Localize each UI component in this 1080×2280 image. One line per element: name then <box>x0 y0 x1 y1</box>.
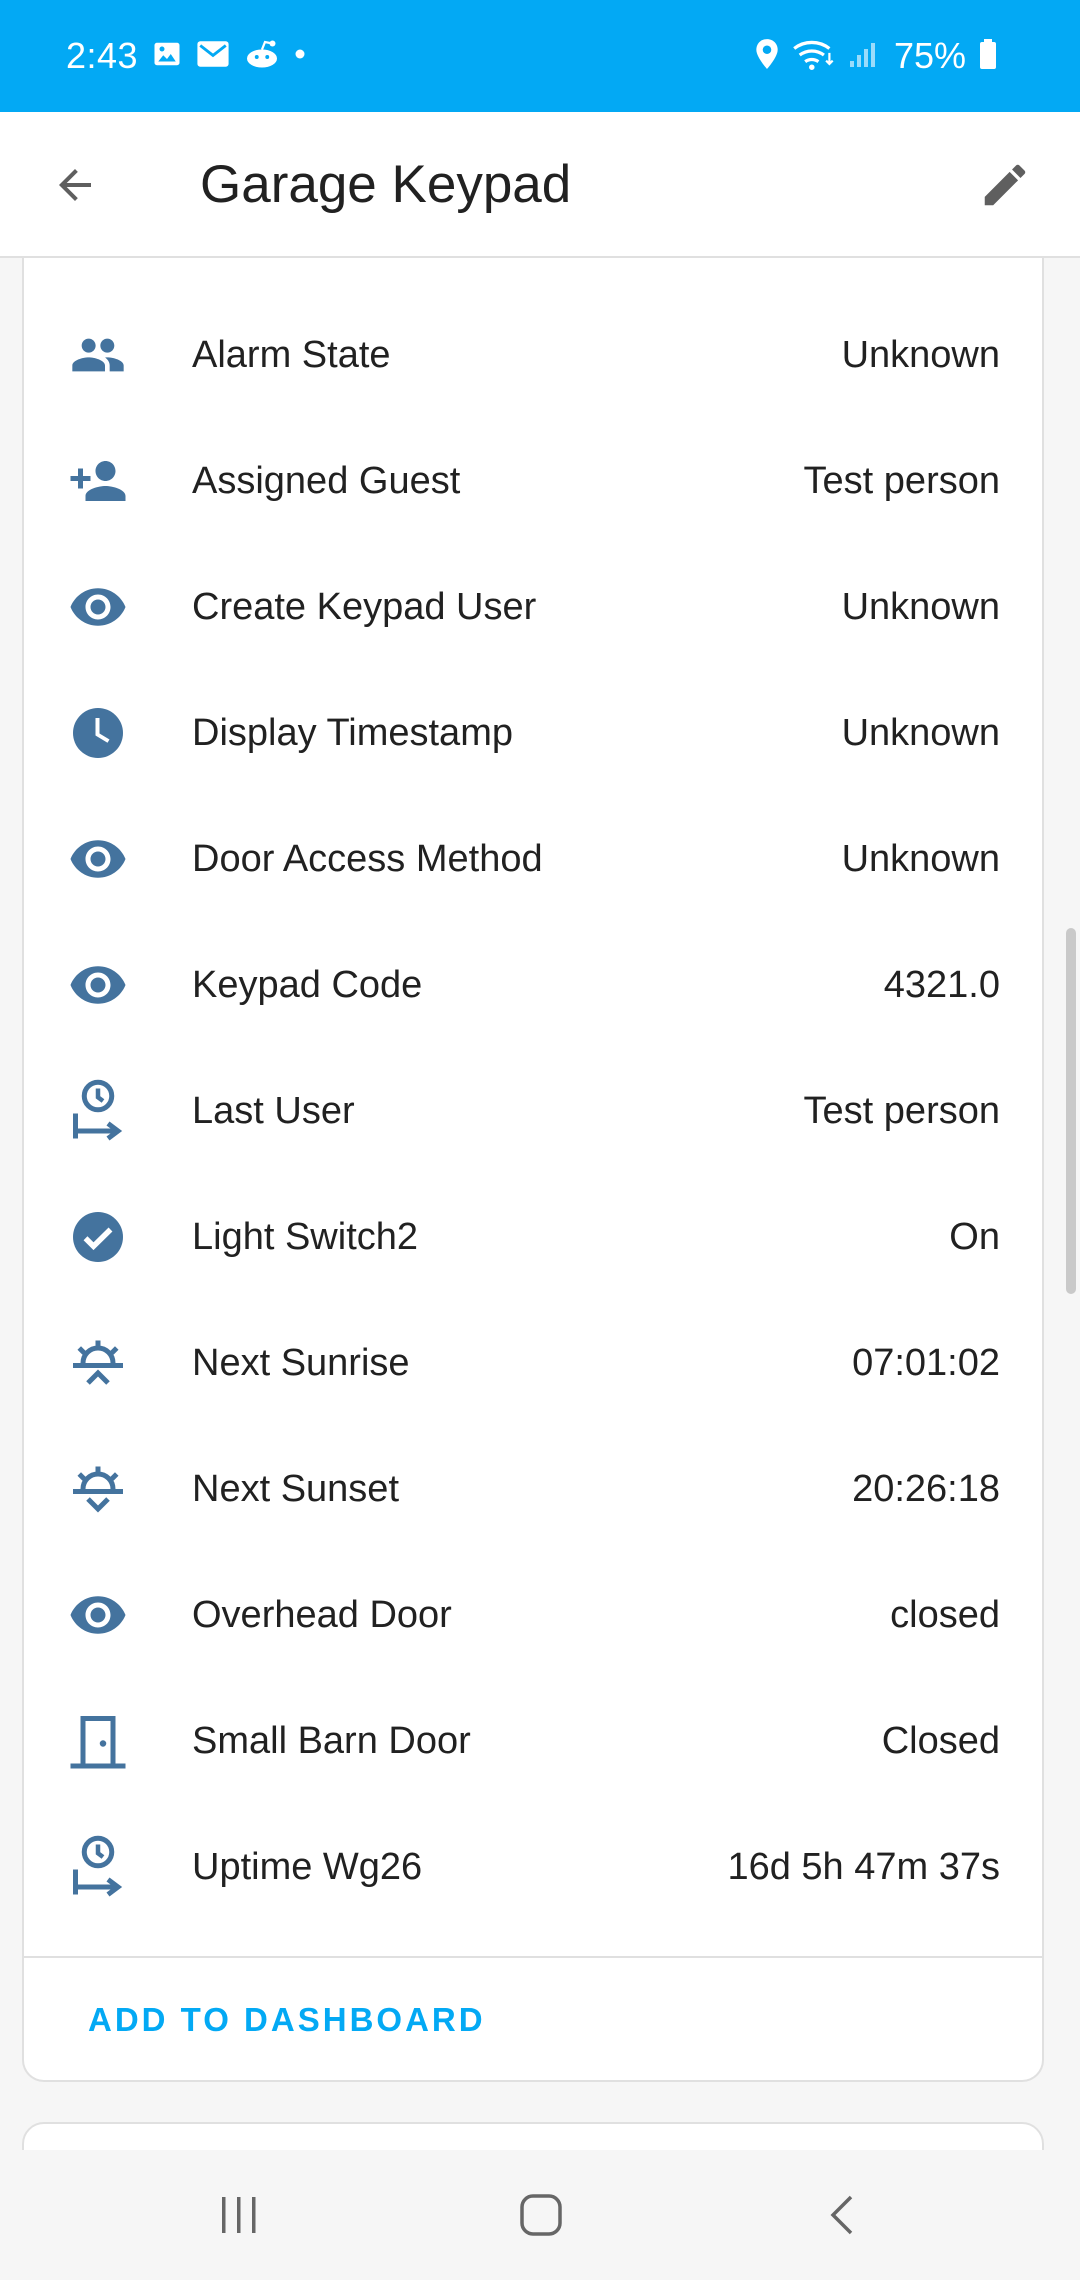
status-bar: 2:43 75% <box>0 0 1080 112</box>
add-to-dashboard-button[interactable]: ADD TO DASHBOARD <box>88 1958 486 2082</box>
app-bar: Garage Keypad <box>0 112 1080 258</box>
page-title: Garage Keypad <box>200 155 572 214</box>
entity-name: Door Access Method <box>192 837 543 880</box>
entity-row-assigned-guest[interactable]: Assigned Guest Test person <box>24 418 1042 544</box>
entity-row-small-barn-door[interactable]: Small Barn Door Closed <box>24 1678 1042 1804</box>
timer-user-icon <box>68 1079 128 1141</box>
sunrise-icon <box>68 1333 128 1393</box>
entity-name: Last User <box>192 1089 355 1132</box>
entity-value: 16d 5h 47m 37s <box>727 1845 1000 1888</box>
chevron-left-icon <box>830 2195 853 2235</box>
entity-value: 4321.0 <box>883 963 1000 1006</box>
home-button[interactable] <box>506 2180 576 2250</box>
entity-name: Display Timestamp <box>192 711 513 754</box>
battery-percent: 75% <box>893 35 966 76</box>
entity-value: On <box>949 1215 1000 1258</box>
arrow-left-icon <box>59 169 91 201</box>
timer-user-icon <box>68 1835 128 1897</box>
entity-name: Alarm State <box>192 333 391 376</box>
scrollbar[interactable] <box>1066 928 1076 1294</box>
status-time: 2:43 <box>66 35 139 76</box>
home-icon <box>520 2194 562 2236</box>
entity-name: Small Barn Door <box>192 1719 471 1762</box>
entity-value: Unknown <box>841 837 1000 880</box>
gallery-notification-icon <box>152 39 182 74</box>
entity-row-uptime-wg26[interactable]: Uptime Wg26 16d 5h 47m 37s <box>24 1804 1042 1930</box>
entity-row-door-access-method[interactable]: Door Access Method Unknown <box>24 796 1042 922</box>
entity-row-alarm-state[interactable]: Alarm State Unknown <box>24 292 1042 418</box>
door-icon <box>68 1711 128 1771</box>
more-notifications-dot-icon <box>294 47 306 65</box>
eye-icon <box>68 1585 128 1645</box>
entity-row-next-sunset[interactable]: Next Sunset 20:26:18 <box>24 1426 1042 1552</box>
wifi-icon <box>792 37 836 76</box>
back-nav-button[interactable] <box>808 2180 878 2250</box>
recent-apps-button[interactable] <box>204 2180 274 2250</box>
entity-name: Keypad Code <box>192 963 423 1006</box>
eye-icon <box>68 955 128 1015</box>
entity-name: Overhead Door <box>192 1593 452 1636</box>
sunset-icon <box>68 1459 128 1519</box>
entity-value: 07:01:02 <box>852 1341 1000 1384</box>
entity-value: Test person <box>803 459 1000 502</box>
entity-row-last-user[interactable]: Last User Test person <box>24 1048 1042 1174</box>
entity-row-overhead-door[interactable]: Overhead Door closed <box>24 1552 1042 1678</box>
entity-list: Alarm State Unknown Assigned Guest Test … <box>24 292 1042 1930</box>
entity-value: Test person <box>803 1089 1000 1132</box>
status-left: 2:43 <box>66 0 306 112</box>
account-group-icon <box>68 325 128 385</box>
eye-icon <box>68 829 128 889</box>
entity-row-create-keypad-user[interactable]: Create Keypad User Unknown <box>24 544 1042 670</box>
entity-value: Unknown <box>841 585 1000 628</box>
entity-name: Assigned Guest <box>192 459 461 502</box>
entity-value: Closed <box>881 1719 1000 1762</box>
entity-name: Create Keypad User <box>192 585 537 628</box>
entity-name: Uptime Wg26 <box>192 1845 423 1888</box>
mail-notification-icon <box>196 39 230 74</box>
check-circle-icon <box>68 1207 128 1267</box>
entity-name: Light Switch2 <box>192 1215 419 1258</box>
entity-name: Next Sunset <box>192 1467 399 1510</box>
navigation-bar <box>0 2150 1080 2280</box>
battery-icon <box>978 38 998 75</box>
signal-icon <box>848 39 882 74</box>
status-right: 75% <box>754 0 998 112</box>
entity-row-next-sunrise[interactable]: Next Sunrise 07:01:02 <box>24 1300 1042 1426</box>
clock-icon <box>68 703 128 763</box>
entity-row-light-switch2[interactable]: Light Switch2 On <box>24 1174 1042 1300</box>
entity-row-display-timestamp[interactable]: Display Timestamp Unknown <box>24 670 1042 796</box>
recent-apps-icon <box>222 2197 256 2233</box>
entities-card: Alarm State Unknown Assigned Guest Test … <box>22 258 1044 2082</box>
entity-name: Next Sunrise <box>192 1341 410 1384</box>
entity-value: Unknown <box>841 333 1000 376</box>
back-button[interactable] <box>40 150 110 220</box>
account-plus-icon <box>68 451 128 511</box>
entity-value: Unknown <box>841 711 1000 754</box>
entity-row-keypad-code[interactable]: Keypad Code 4321.0 <box>24 922 1042 1048</box>
entity-value: 20:26:18 <box>852 1467 1000 1510</box>
pencil-icon <box>984 164 1026 206</box>
edit-button[interactable] <box>970 150 1040 220</box>
location-icon <box>754 38 780 75</box>
reddit-notification-icon <box>244 39 280 74</box>
entity-value: closed <box>890 1593 1000 1636</box>
eye-icon <box>68 577 128 637</box>
